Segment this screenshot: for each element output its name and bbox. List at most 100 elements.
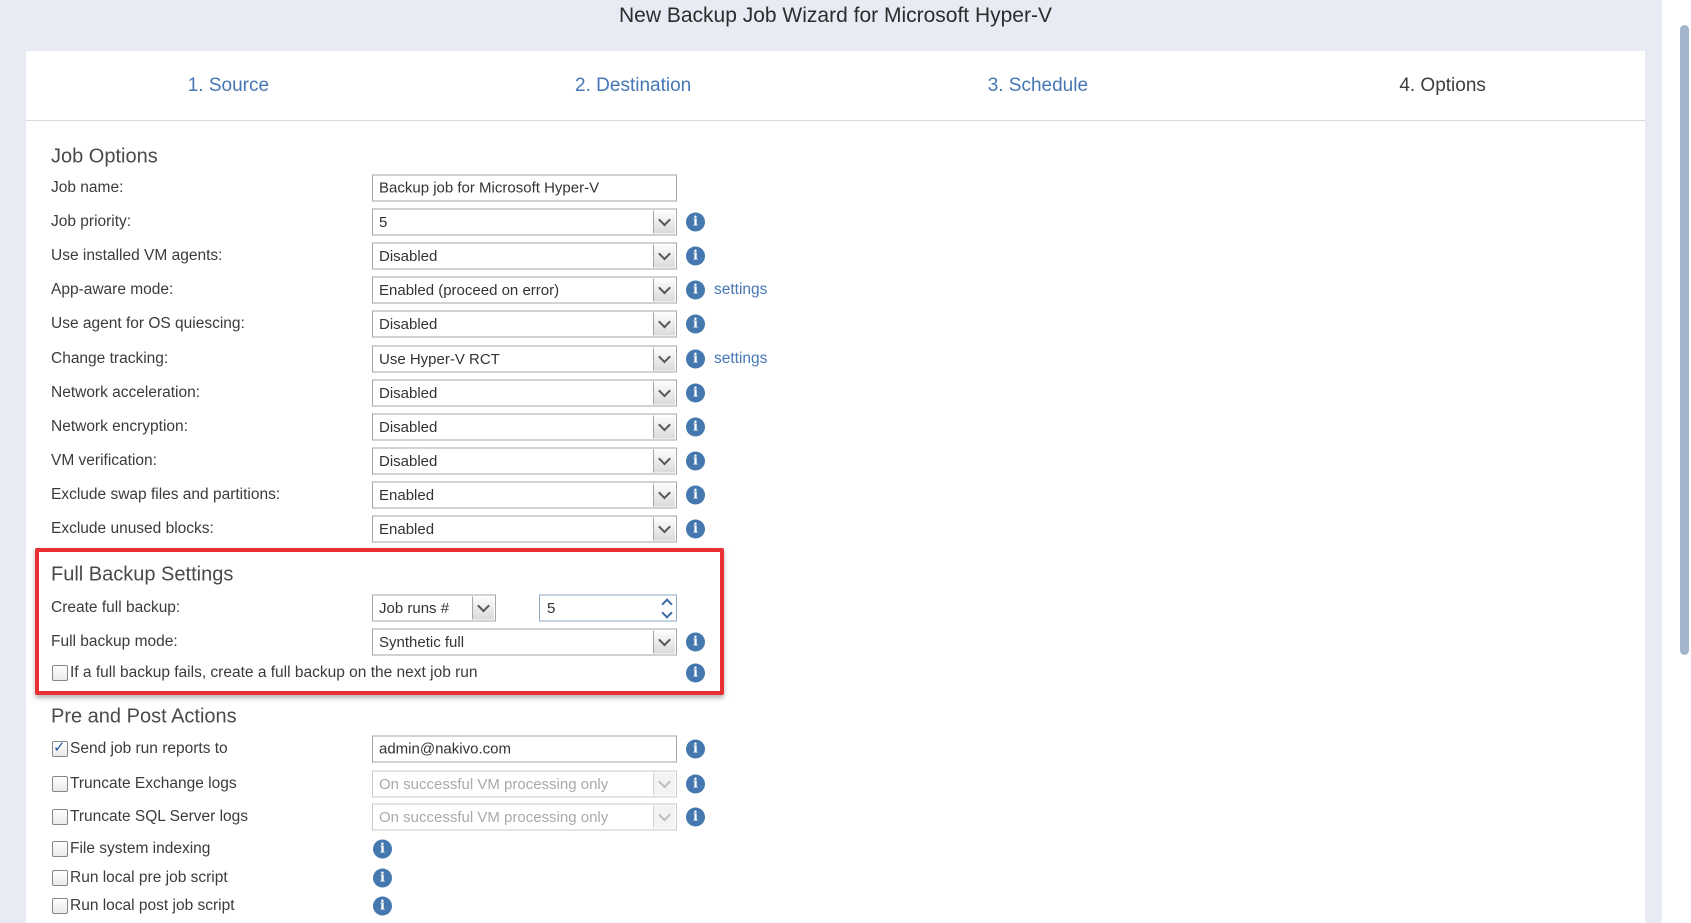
chevron-down-icon <box>658 521 671 534</box>
exclude-swap-files-and-partitions-label: Exclude swap files and partitions: <box>51 486 280 504</box>
exclude-swap-files-and-partitions-select-value: Enabled <box>379 487 434 504</box>
checkmark-icon: ✓ <box>53 738 66 756</box>
truncate-exchange-logs-select-dropdown-arrow-icon <box>653 773 675 796</box>
step-tab-4-options[interactable]: 4. Options <box>1240 51 1645 120</box>
exclude-unused-blocks-info-icon[interactable]: i <box>686 520 705 539</box>
chevron-down-icon <box>658 316 671 329</box>
use-agent-for-os-quiescing-label: Use agent for OS quiescing: <box>51 315 245 333</box>
run-local-pre-job-script-checkbox[interactable] <box>52 870 68 886</box>
full-backup-mode-select[interactable]: Synthetic full <box>372 629 677 656</box>
use-installed-vm-agents-info-icon[interactable]: i <box>686 247 705 266</box>
file-system-indexing-checkbox[interactable] <box>52 841 68 857</box>
job-name-input[interactable] <box>372 175 677 202</box>
truncate-sql-server-logs-info-icon[interactable]: i <box>686 808 705 827</box>
step-tab-3-schedule[interactable]: 3. Schedule <box>836 51 1241 120</box>
full-backup-mode-info-icon[interactable]: i <box>686 633 705 652</box>
app-aware-mode-settings-link[interactable]: settings <box>714 281 767 299</box>
create-full-backup-count-input[interactable]: 5 <box>539 595 677 622</box>
full-backup-fail-label: If a full backup fails, create a full ba… <box>70 664 478 682</box>
truncate-sql-server-logs-select: On successful VM processing only <box>372 804 677 831</box>
pre-and-post-actions-heading: Pre and Post Actions <box>51 706 237 729</box>
vm-verification-select-dropdown-arrow-icon[interactable] <box>653 450 675 473</box>
truncate-sql-server-logs-label: Truncate SQL Server logs <box>70 808 248 826</box>
create-full-backup-select[interactable]: Job runs # <box>372 595 496 622</box>
exclude-swap-files-and-partitions-select-dropdown-arrow-icon[interactable] <box>653 484 675 507</box>
chevron-down-icon <box>658 487 671 500</box>
change-tracking-settings-link[interactable]: settings <box>714 350 767 368</box>
file-system-indexing-label: File system indexing <box>70 840 210 858</box>
wizard-panel: 1. Source2. Destination3. Schedule4. Opt… <box>26 51 1645 923</box>
app-aware-mode-select-value: Enabled (proceed on error) <box>379 282 559 299</box>
step-tab-2-destination[interactable]: 2. Destination <box>431 51 836 120</box>
full-backup-mode-select-dropdown-arrow-icon[interactable] <box>653 631 675 654</box>
truncate-sql-server-logs-checkbox[interactable] <box>52 809 68 825</box>
send-job-run-reports-to-label: Send job run reports to <box>70 740 228 758</box>
vm-verification-select[interactable]: Disabled <box>372 448 677 475</box>
change-tracking-select[interactable]: Use Hyper-V RCT <box>372 346 677 373</box>
network-acceleration-select-dropdown-arrow-icon[interactable] <box>653 382 675 405</box>
full-backup-mode-select-value: Synthetic full <box>379 634 464 651</box>
exclude-unused-blocks-select-dropdown-arrow-icon[interactable] <box>653 518 675 541</box>
app-aware-mode-label: App-aware mode: <box>51 281 173 299</box>
chevron-down-icon <box>658 809 671 822</box>
network-encryption-select-dropdown-arrow-icon[interactable] <box>653 416 675 439</box>
vm-verification-info-icon[interactable]: i <box>686 452 705 471</box>
truncate-exchange-logs-checkbox[interactable] <box>52 776 68 792</box>
exclude-unused-blocks-select-value: Enabled <box>379 521 434 538</box>
network-acceleration-select[interactable]: Disabled <box>372 380 677 407</box>
full-backup-fail-checkbox[interactable] <box>52 665 68 681</box>
app-aware-mode-select-dropdown-arrow-icon[interactable] <box>653 279 675 302</box>
wizard-title: New Backup Job Wizard for Microsoft Hype… <box>26 4 1645 28</box>
network-encryption-info-icon[interactable]: i <box>686 418 705 437</box>
change-tracking-info-icon[interactable]: i <box>686 350 705 369</box>
send-job-run-reports-to-input[interactable] <box>372 736 677 763</box>
create-full-backup-count-value: 5 <box>547 600 555 617</box>
wizard-steps: 1. Source2. Destination3. Schedule4. Opt… <box>26 51 1645 121</box>
exclude-unused-blocks-select[interactable]: Enabled <box>372 516 677 543</box>
use-agent-for-os-quiescing-info-icon[interactable]: i <box>686 315 705 334</box>
network-encryption-label: Network encryption: <box>51 418 188 436</box>
network-encryption-select[interactable]: Disabled <box>372 414 677 441</box>
full-backup-fail-info-icon[interactable]: i <box>686 664 705 683</box>
app-aware-mode-select[interactable]: Enabled (proceed on error) <box>372 277 677 304</box>
network-acceleration-info-icon[interactable]: i <box>686 384 705 403</box>
chevron-down-icon <box>658 351 671 364</box>
exclude-swap-files-and-partitions-select[interactable]: Enabled <box>372 482 677 509</box>
scrollbar-thumb[interactable] <box>1680 25 1689 655</box>
exclude-swap-files-and-partitions-info-icon[interactable]: i <box>686 486 705 505</box>
file-system-indexing-info-icon[interactable]: i <box>373 840 392 859</box>
run-local-post-job-script-label: Run local post job script <box>70 897 235 915</box>
chevron-down-icon <box>658 634 671 647</box>
spinner-down-icon[interactable] <box>661 607 672 618</box>
job-priority-select[interactable]: 5 <box>372 209 677 236</box>
truncate-exchange-logs-info-icon[interactable]: i <box>686 775 705 794</box>
use-agent-for-os-quiescing-select-dropdown-arrow-icon[interactable] <box>653 313 675 336</box>
change-tracking-select-dropdown-arrow-icon[interactable] <box>653 348 675 371</box>
chevron-down-icon <box>658 248 671 261</box>
job-priority-info-icon[interactable]: i <box>686 213 705 232</box>
chevron-down-icon <box>658 419 671 432</box>
job-priority-select-dropdown-arrow-icon[interactable] <box>653 211 675 234</box>
change-tracking-label: Change tracking: <box>51 350 168 368</box>
app-aware-mode-info-icon[interactable]: i <box>686 281 705 300</box>
step-tab-1-source[interactable]: 1. Source <box>26 51 431 120</box>
chevron-down-icon <box>658 776 671 789</box>
job-name-label: Job name: <box>51 179 123 197</box>
use-installed-vm-agents-select[interactable]: Disabled <box>372 243 677 270</box>
run-local-pre-job-script-info-icon[interactable]: i <box>373 869 392 888</box>
network-acceleration-select-value: Disabled <box>379 385 437 402</box>
count-spinner[interactable] <box>663 600 671 617</box>
use-agent-for-os-quiescing-select[interactable]: Disabled <box>372 311 677 338</box>
chevron-down-icon <box>658 214 671 227</box>
create-full-backup-select-dropdown-arrow-icon[interactable] <box>472 597 494 620</box>
run-local-post-job-script-info-icon[interactable]: i <box>373 897 392 916</box>
send-job-run-reports-to-info-icon[interactable]: i <box>686 740 705 759</box>
truncate-exchange-logs-label: Truncate Exchange logs <box>70 775 237 793</box>
vm-verification-select-value: Disabled <box>379 453 437 470</box>
send-job-run-reports-to-checkbox[interactable]: ✓ <box>52 741 68 757</box>
truncate-exchange-logs-select: On successful VM processing only <box>372 771 677 798</box>
run-local-post-job-script-checkbox[interactable] <box>52 898 68 914</box>
use-installed-vm-agents-select-dropdown-arrow-icon[interactable] <box>653 245 675 268</box>
scrollbar-track[interactable] <box>1662 0 1691 923</box>
change-tracking-select-value: Use Hyper-V RCT <box>379 351 500 368</box>
